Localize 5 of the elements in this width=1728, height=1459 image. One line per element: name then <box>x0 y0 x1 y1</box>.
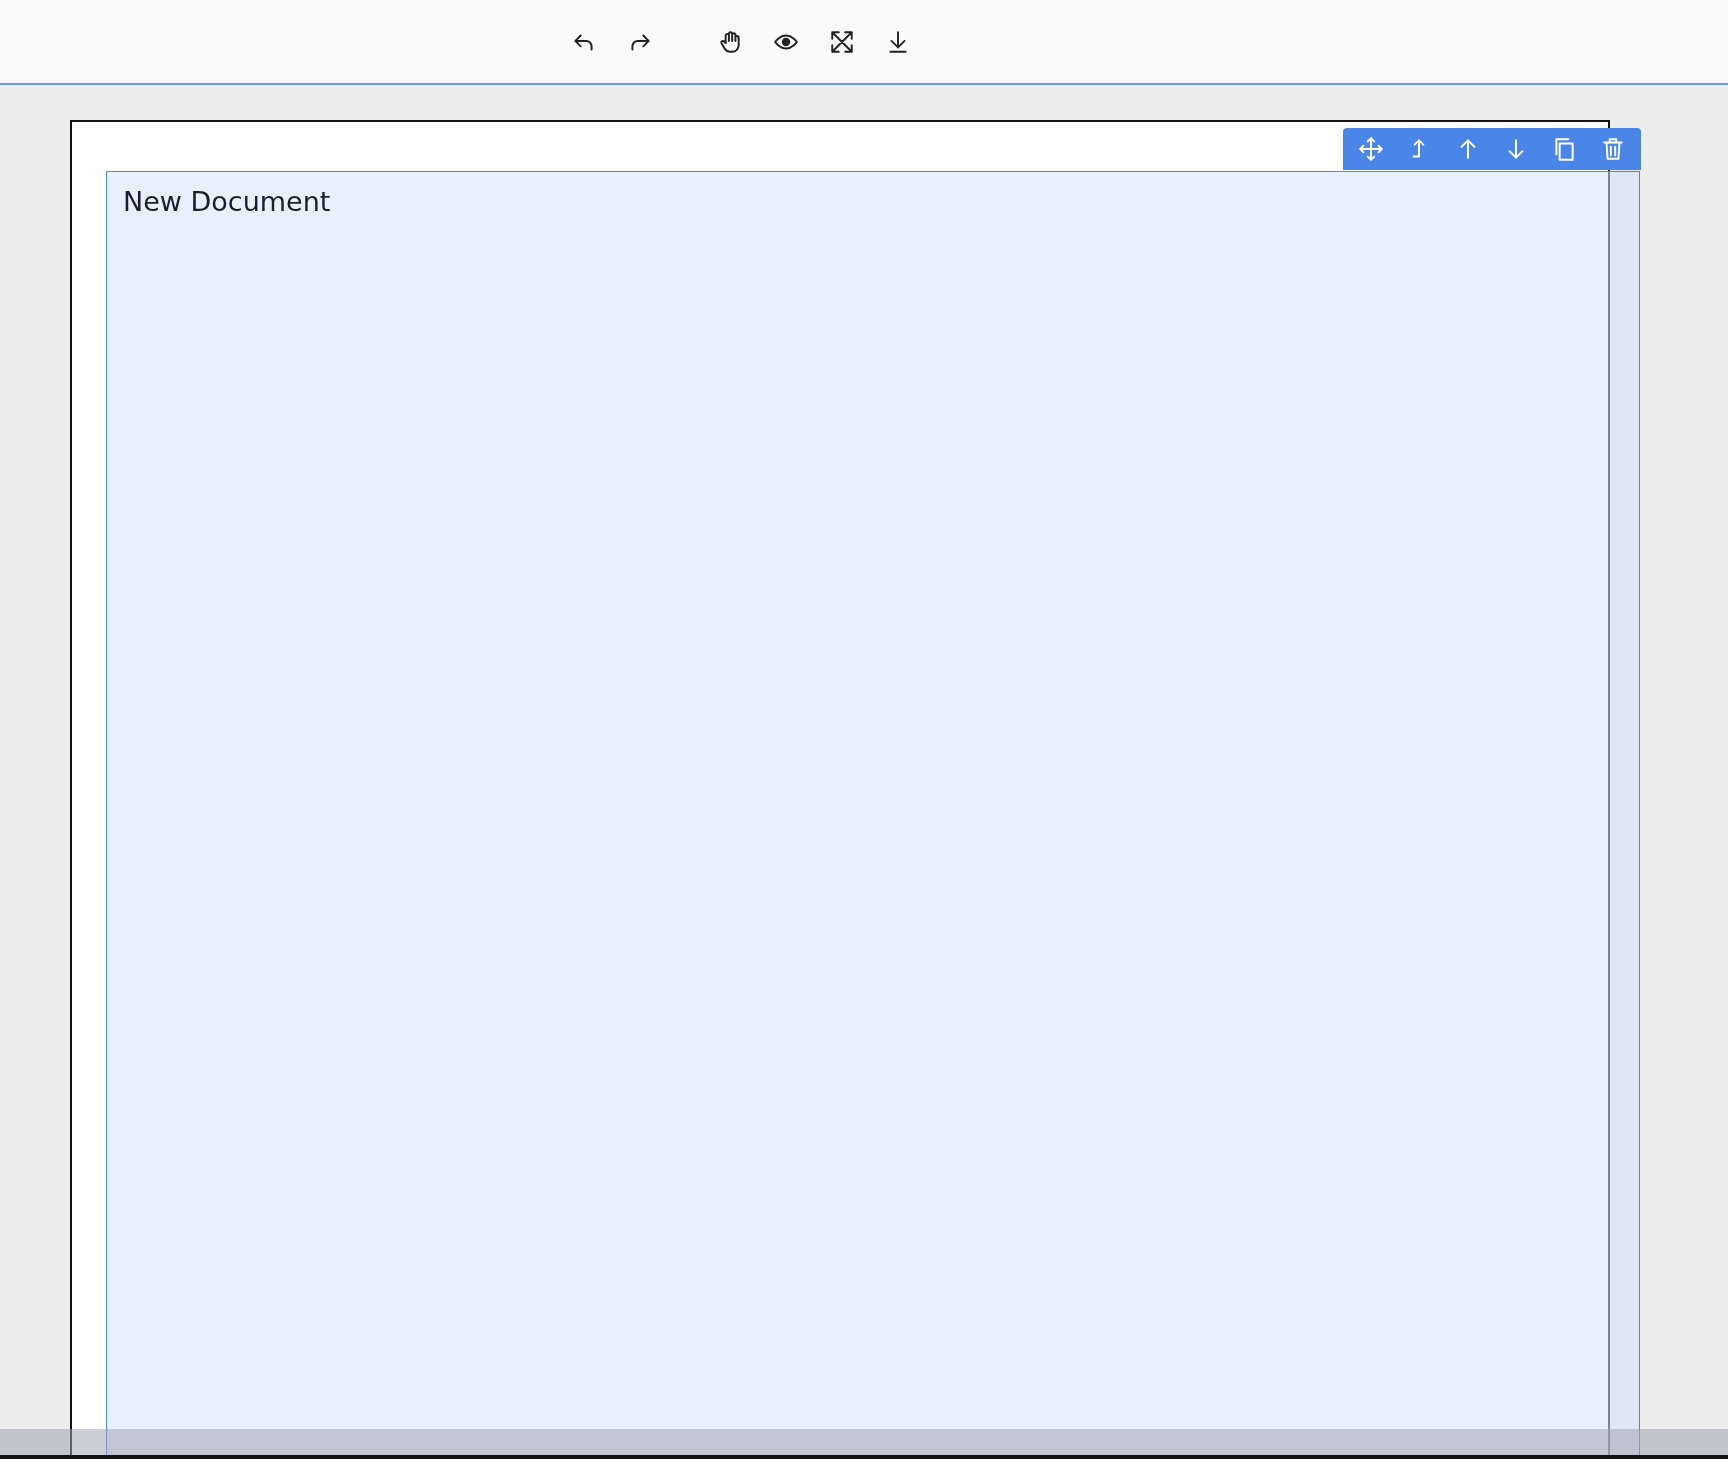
expand-icon <box>829 28 855 55</box>
move-icon <box>1358 136 1385 162</box>
hand-icon <box>717 28 743 55</box>
document-title: New Document <box>123 186 332 217</box>
horizontal-scrollbar[interactable] <box>0 1429 1728 1455</box>
